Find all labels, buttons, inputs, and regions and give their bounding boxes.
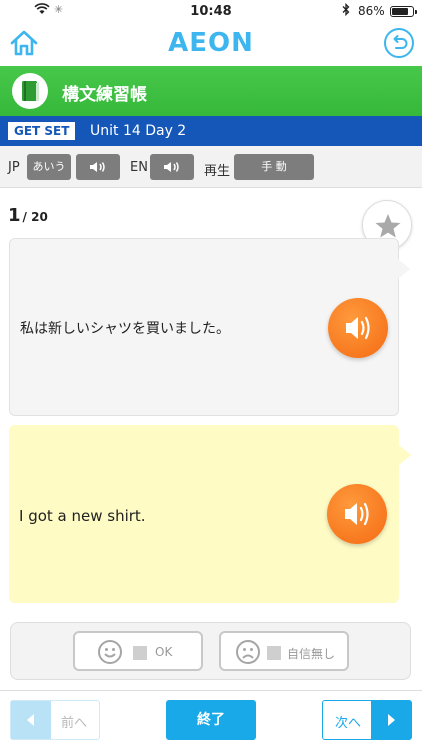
speaker-icon bbox=[88, 160, 108, 173]
self-rating-panel: OK 自信無し bbox=[10, 622, 411, 680]
section-title: 構文練習帳 bbox=[62, 85, 147, 105]
jp-script-button[interactable]: あいう bbox=[27, 154, 71, 180]
speaker-icon bbox=[162, 160, 182, 173]
japanese-card: 私は新しいシャツを買いました。 bbox=[9, 238, 410, 416]
book-icon bbox=[12, 73, 48, 109]
next-label: 次へ bbox=[335, 716, 362, 731]
nav-header: AEON bbox=[0, 22, 422, 66]
english-card: I got a new shirt. bbox=[9, 425, 411, 603]
unit-label: Unit 14 Day 2 bbox=[90, 123, 187, 139]
playback-label: 再生 bbox=[204, 164, 231, 179]
english-play-button[interactable] bbox=[327, 484, 387, 544]
en-label: EN bbox=[130, 160, 148, 175]
speaker-icon bbox=[328, 316, 388, 362]
sad-face-icon bbox=[235, 639, 261, 665]
bluetooth-icon bbox=[342, 2, 350, 19]
not-confident-checkbox bbox=[267, 646, 281, 660]
section-title-bar: 構文練習帳 bbox=[0, 66, 422, 116]
smile-face-icon bbox=[97, 639, 123, 665]
english-sentence: I got a new shirt. bbox=[19, 507, 146, 525]
bottom-toolbar: 前へ 終了 次へ bbox=[0, 690, 422, 750]
progress-counter: 1/ 20 bbox=[8, 205, 48, 226]
jp-speaker-button[interactable] bbox=[76, 154, 120, 180]
status-bar: ✳ 10:48 86% bbox=[0, 0, 422, 22]
not-confident-label: 自信無し bbox=[287, 647, 336, 661]
finish-button[interactable]: 終了 bbox=[166, 700, 256, 740]
playback-mode-button[interactable]: 手 動 bbox=[234, 154, 314, 180]
en-speaker-button[interactable] bbox=[150, 154, 194, 180]
total-count: / 20 bbox=[22, 210, 48, 224]
battery-fill bbox=[392, 8, 409, 15]
not-confident-button[interactable]: 自信無し bbox=[219, 631, 349, 671]
speaker-icon bbox=[327, 502, 387, 548]
japanese-sentence: 私は新しいシャツを買いました。 bbox=[20, 321, 230, 337]
level-tag: GET SET bbox=[8, 122, 76, 140]
battery-percent: 86% bbox=[358, 4, 385, 18]
battery-icon bbox=[390, 6, 417, 17]
ok-button[interactable]: OK bbox=[73, 631, 203, 671]
app-logo: AEON bbox=[168, 28, 254, 58]
previous-button[interactable]: 前へ bbox=[10, 700, 100, 740]
undo-icon[interactable] bbox=[384, 28, 414, 58]
audio-controls: JP あいう EN 再生 手 動 bbox=[0, 146, 422, 188]
chevron-right-icon bbox=[371, 701, 411, 739]
jp-label: JP bbox=[8, 160, 20, 175]
current-index: 1 bbox=[8, 205, 21, 226]
next-button[interactable]: 次へ bbox=[322, 700, 412, 740]
unit-bar: GET SET Unit 14 Day 2 bbox=[0, 116, 422, 146]
previous-label: 前へ bbox=[61, 716, 88, 731]
ok-label: OK bbox=[155, 645, 173, 659]
chevron-left-icon bbox=[11, 701, 51, 739]
ok-checkbox bbox=[133, 646, 147, 660]
japanese-play-button[interactable] bbox=[328, 298, 388, 358]
